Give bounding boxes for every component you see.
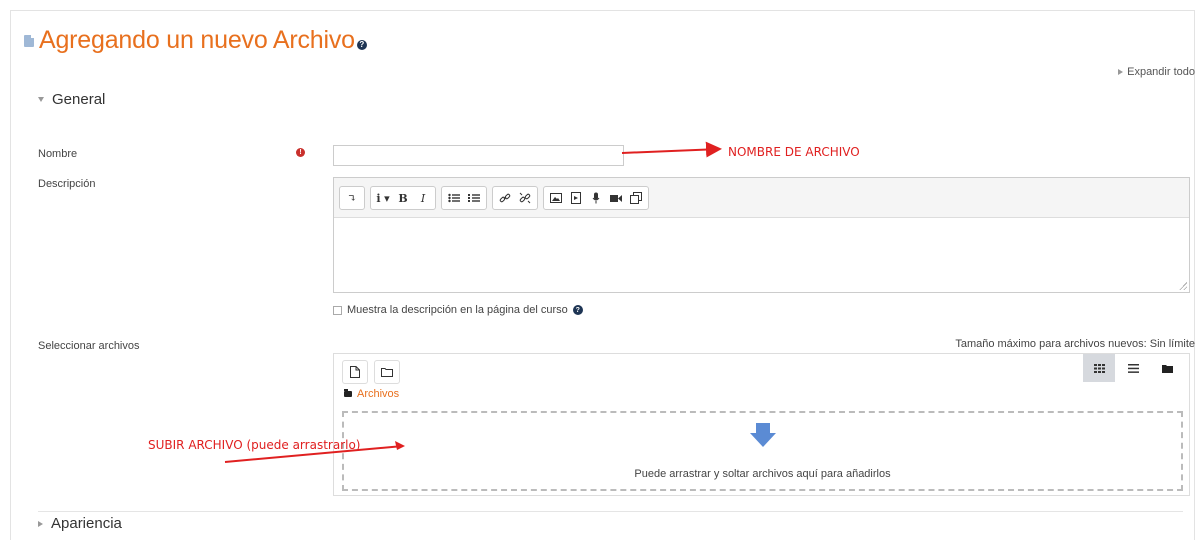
section-divider <box>38 511 1183 512</box>
section-appearance-label: Apariencia <box>51 515 122 532</box>
annotation-arrow-upload-head <box>395 441 405 450</box>
section-appearance-toggle[interactable]: Apariencia <box>38 515 122 532</box>
caret-right-icon <box>38 520 43 527</box>
annotation-upload-text: SUBIR ARCHIVO (puede arrastrarlo) <box>148 438 361 452</box>
annotation-arrow-name <box>621 141 722 158</box>
annotation-name-text: NOMBRE DE ARCHIVO <box>728 145 860 159</box>
